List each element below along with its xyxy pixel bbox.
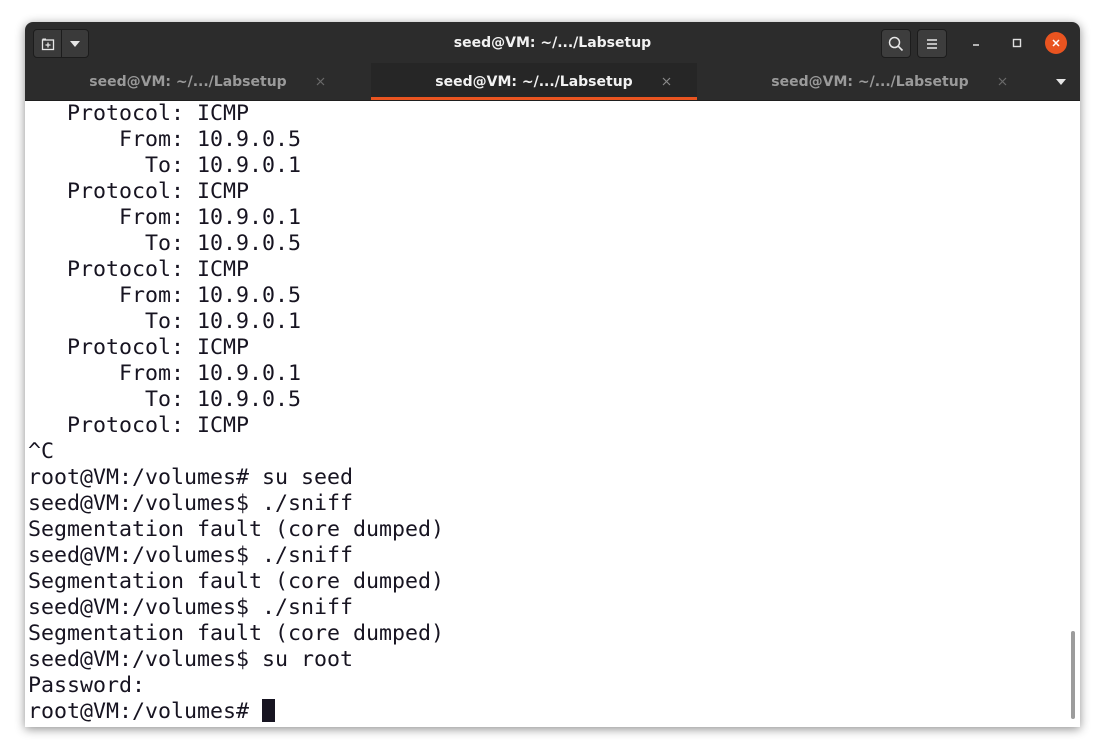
tab-label: seed@VM: ~/.../Labsetup [435,73,633,90]
terminal-line: Protocol: ICMP [28,335,250,360]
minimize-icon [973,44,979,46]
search-button[interactable] [881,29,911,58]
terminal-line: Segmentation fault (core dumped) [28,621,445,646]
terminal-line: seed@VM:/volumes$ ./sniff [28,543,354,568]
terminal-line: To: 10.9.0.5 [28,387,302,412]
title-bar: seed@VM: ~/.../Labsetup [25,22,1080,64]
scrollbar[interactable] [1071,631,1075,719]
terminal-line: root@VM:/volumes# su seed [28,465,354,490]
terminal-line: From: 10.9.0.1 [28,205,302,230]
text-cursor [262,699,276,722]
terminal-line: seed@VM:/volumes$ ./sniff [28,595,354,620]
tab-label: seed@VM: ~/.../Labsetup [771,73,969,90]
terminal-line: Protocol: ICMP [28,179,250,204]
terminal-line: From: 10.9.0.1 [28,361,302,386]
terminal-line: seed@VM:/volumes$ su root [28,647,354,672]
tab-close-button[interactable] [995,74,1009,88]
tab-close-button[interactable] [313,74,327,88]
chevron-down-icon [1056,79,1066,85]
tab-label: seed@VM: ~/.../Labsetup [89,73,287,90]
close-icon [316,77,324,85]
maximize-icon [1012,38,1022,48]
close-icon [998,77,1006,85]
terminal-line: Protocol: ICMP [28,257,250,282]
minimize-button[interactable] [965,32,987,54]
terminal-line: To: 10.9.0.1 [28,153,302,178]
close-icon [1052,39,1060,47]
hamburger-menu-icon [927,38,937,49]
tabs-overflow-button[interactable] [1050,71,1072,93]
menu-button[interactable] [917,29,947,58]
terminal-line: Segmentation fault (core dumped) [28,517,445,542]
close-button[interactable] [1045,32,1067,54]
new-tab-menu-button[interactable] [62,30,88,57]
terminal-window: seed@VM: ~/.../Labsetup seed@VM: ~/.../L… [25,22,1080,727]
terminal-line: From: 10.9.0.5 [28,127,302,152]
new-tab-button[interactable] [34,30,62,57]
terminal-lines: Protocol: ICMP From: 10.9.0.5 To: 10.9.0… [28,101,1080,699]
terminal-prompt-line: root@VM:/volumes# [28,699,1080,725]
prompt-text: root@VM:/volumes# [28,699,263,724]
new-tab-button-group [33,29,89,58]
terminal-line: Protocol: ICMP [28,413,250,438]
tab-close-button[interactable] [659,74,673,88]
tab-3[interactable]: seed@VM: ~/.../Labsetup [707,63,1033,100]
terminal-line: Segmentation fault (core dumped) [28,569,445,594]
close-icon [662,77,670,85]
terminal-line: From: 10.9.0.5 [28,283,302,308]
terminal-line: To: 10.9.0.5 [28,231,302,256]
tab-bar: seed@VM: ~/.../Labsetup seed@VM: ~/.../L… [25,63,1080,101]
terminal-line: seed@VM:/volumes$ ./sniff [28,491,354,516]
search-icon [888,36,904,51]
tab-2[interactable]: seed@VM: ~/.../Labsetup [371,63,697,100]
terminal-line: Password: [28,673,159,698]
chevron-down-icon [70,40,80,47]
terminal-line: To: 10.9.0.1 [28,309,302,334]
new-tab-icon [41,38,54,50]
terminal-line: ^C [28,439,55,464]
terminal-output[interactable]: Protocol: ICMP From: 10.9.0.5 To: 10.9.0… [25,101,1080,727]
maximize-button[interactable] [1006,32,1028,54]
terminal-line: Protocol: ICMP [28,101,250,126]
tab-1[interactable]: seed@VM: ~/.../Labsetup [25,63,351,100]
